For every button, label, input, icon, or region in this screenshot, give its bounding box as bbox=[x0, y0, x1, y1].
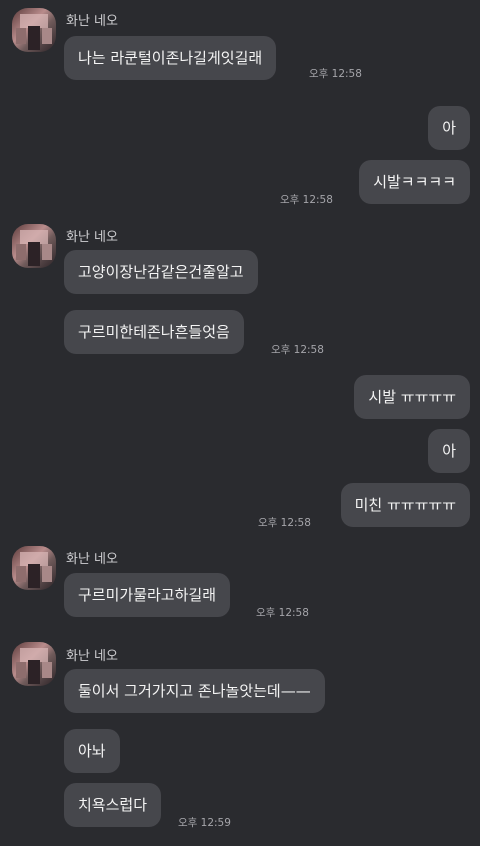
avatar[interactable] bbox=[12, 8, 56, 52]
message-bubble-received[interactable]: 구르미가물라고하길래 bbox=[64, 573, 231, 617]
sender-name: 화난 네오 bbox=[66, 14, 118, 29]
message-time: 오후 12:58 bbox=[256, 607, 309, 619]
message-bubble-received[interactable]: 고양이장난감같은건줄알고 bbox=[64, 250, 258, 294]
sender-name: 화난 네오 bbox=[66, 230, 118, 245]
message-bubble-received[interactable]: 나는 라쿤털이존나길게잇길래 bbox=[64, 36, 277, 80]
message-time: 오후 12:58 bbox=[271, 344, 324, 356]
sender-name: 화난 네오 bbox=[66, 649, 118, 664]
message-bubble-received[interactable]: 구르미한테존나흔들엇음 bbox=[64, 310, 244, 354]
avatar[interactable] bbox=[12, 224, 56, 268]
message-bubble-sent[interactable]: 시발 ㅠㅠㅠㅠ bbox=[354, 375, 470, 419]
message-bubble-sent[interactable]: 아 bbox=[428, 429, 470, 473]
message-bubble-sent[interactable]: 미친 ㅠㅠㅠㅠㅠ bbox=[340, 483, 470, 527]
sender-name: 화난 네오 bbox=[66, 552, 118, 567]
message-time: 오후 12:58 bbox=[258, 517, 311, 529]
message-bubble-received[interactable]: 둘이서 그거가지고 존나놀앗는데—— bbox=[64, 669, 325, 713]
message-bubble-received[interactable]: 치욕스럽다 bbox=[64, 783, 162, 827]
message-bubble-sent[interactable]: 아 bbox=[428, 106, 470, 150]
message-time: 오후 12:59 bbox=[178, 817, 231, 829]
message-bubble-sent[interactable]: 시발ㅋㅋㅋㅋ bbox=[359, 160, 470, 204]
message-time: 오후 12:58 bbox=[280, 194, 333, 206]
avatar[interactable] bbox=[12, 642, 56, 686]
message-bubble-received[interactable]: 아놔 bbox=[64, 729, 120, 773]
message-time: 오후 12:58 bbox=[309, 68, 362, 80]
avatar[interactable] bbox=[12, 546, 56, 590]
